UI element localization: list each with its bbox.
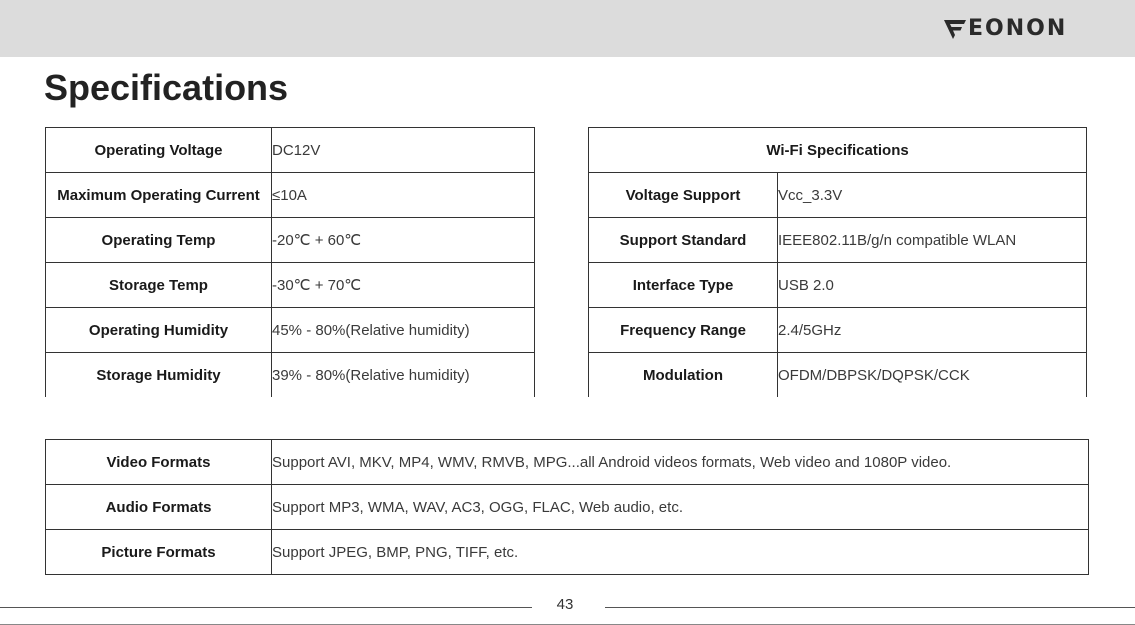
spec-label: Interface Type	[588, 262, 778, 308]
spec-value: -30℃ + 70℃	[271, 262, 535, 308]
format-value: Support AVI, MKV, MP4, WMV, RMVB, MPG...…	[271, 439, 1089, 485]
spec-value: Vcc_3.3V	[776, 172, 1088, 218]
spec-value: DC12V	[271, 127, 535, 173]
spec-label: Storage Humidity	[45, 352, 272, 397]
table-row: Audio Formats Support MP3, WMA, WAV, AC3…	[45, 484, 1089, 530]
table-row: Picture Formats Support JPEG, BMP, PNG, …	[45, 529, 1089, 575]
spec-value: USB 2.0	[776, 262, 1088, 308]
spec-value: -20℃ + 60℃	[271, 217, 535, 263]
wifi-specs-title: Wi-Fi Specifications	[587, 127, 1088, 173]
eonon-logo-icon	[944, 20, 966, 39]
spec-label: Maximum Operating Current	[45, 172, 272, 218]
table-row: Storage Temp -30℃ + 70℃	[45, 262, 535, 308]
spec-label: Support Standard	[588, 217, 778, 263]
spec-value: 39% - 80%(Relative humidity)	[271, 352, 535, 397]
spec-label: Operating Humidity	[45, 307, 272, 353]
table-row: Interface Type USB 2.0	[588, 262, 1088, 308]
footer-divider-left	[0, 607, 532, 608]
format-label: Video Formats	[45, 439, 272, 485]
table-row: Support Standard IEEE802.11B/g/n compati…	[588, 217, 1088, 263]
media-formats-table: Video Formats Support AVI, MKV, MP4, WMV…	[45, 439, 1089, 575]
table-header-row: Wi-Fi Specifications	[587, 127, 1088, 173]
spec-value: 2.4/5GHz	[776, 307, 1088, 353]
table-row: Storage Humidity 39% - 80%(Relative humi…	[45, 352, 535, 397]
table-row: Operating Voltage DC12V	[45, 127, 535, 173]
table-row: Maximum Operating Current ≤10A	[45, 172, 535, 218]
table-row: Voltage Support Vcc_3.3V	[588, 172, 1088, 218]
spec-value: 45% - 80%(Relative humidity)	[271, 307, 535, 353]
spec-value: IEEE802.11B/g/n compatible WLAN	[776, 217, 1088, 263]
format-value: Support MP3, WMA, WAV, AC3, OGG, FLAC, W…	[271, 484, 1089, 530]
table-row: Frequency Range 2.4/5GHz	[588, 307, 1088, 353]
wifi-specs-table: Wi-Fi Specifications Voltage Support Vcc…	[587, 127, 1088, 397]
table-row: Operating Temp -20℃ + 60℃	[45, 217, 535, 263]
footer-divider-right	[605, 607, 1135, 608]
brand-name: EONON	[968, 16, 1068, 41]
general-specs-table: Operating Voltage DC12V Maximum Operatin…	[45, 127, 535, 397]
table-row: Modulation OFDM/DBPSK/DQPSK/CCK	[588, 352, 1088, 397]
table-row: Operating Humidity 45% - 80%(Relative hu…	[45, 307, 535, 353]
spec-label: Storage Temp	[45, 262, 272, 308]
format-label: Audio Formats	[45, 484, 272, 530]
spec-label: Voltage Support	[588, 172, 778, 218]
spec-label: Operating Voltage	[45, 127, 272, 173]
page-number: 43	[556, 596, 574, 613]
spec-label: Modulation	[588, 352, 778, 397]
format-label: Picture Formats	[45, 529, 272, 575]
brand-logo: EONON	[943, 17, 1067, 41]
format-value: Support JPEG, BMP, PNG, TIFF, etc.	[271, 529, 1089, 575]
header-bar: EONON	[0, 0, 1135, 57]
page-title: Specifications	[44, 67, 289, 108]
spec-value: OFDM/DBPSK/DQPSK/CCK	[776, 352, 1088, 397]
table-row: Video Formats Support AVI, MKV, MP4, WMV…	[45, 439, 1089, 485]
spec-value: ≤10A	[271, 172, 535, 218]
spec-label: Frequency Range	[588, 307, 778, 353]
spec-label: Operating Temp	[45, 217, 272, 263]
